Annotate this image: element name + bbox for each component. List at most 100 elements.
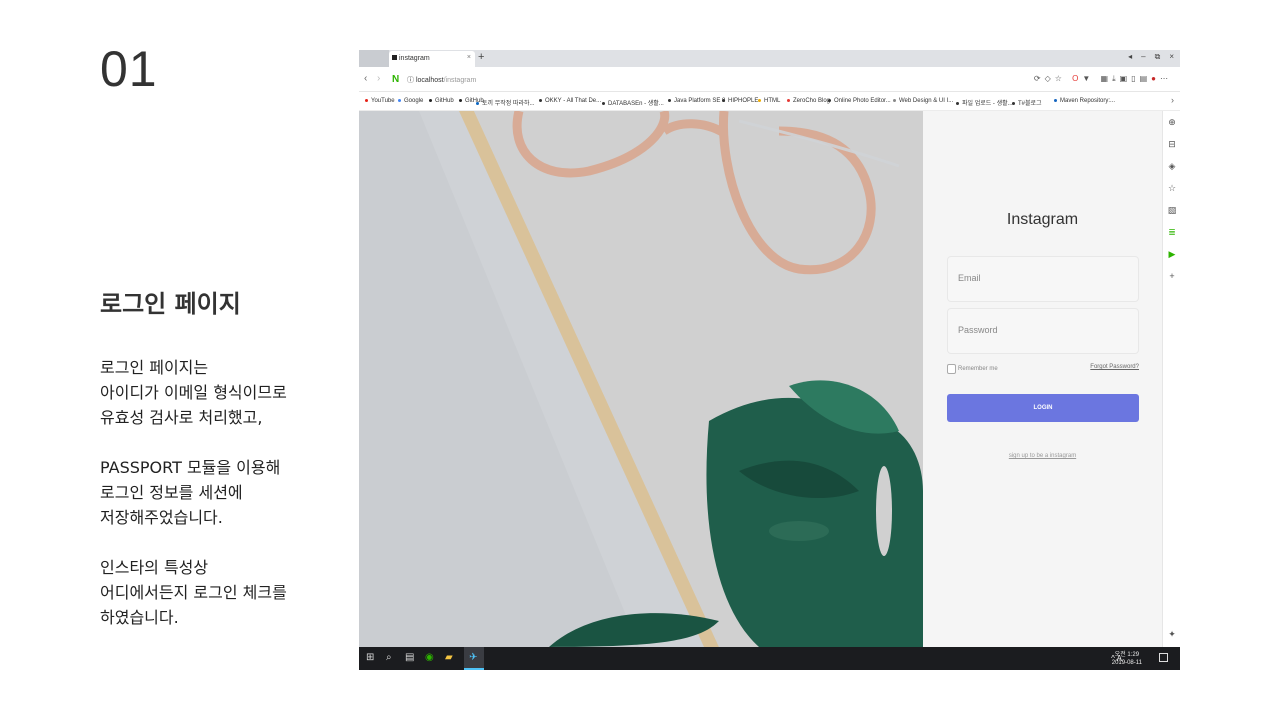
bookmark-label: YouTube [371, 98, 395, 104]
bookmark-favicon-icon [722, 98, 725, 102]
page-icon[interactable]: ▯ [1131, 74, 1139, 83]
bookmark-item[interactable]: T#블로그 [1012, 98, 1042, 107]
play-icon[interactable]: ▶ [1163, 249, 1180, 260]
bookmark-item[interactable]: Java Platform SE 8 [668, 98, 725, 104]
star-icon[interactable]: ☆ [1163, 183, 1180, 194]
bookmark-item[interactable]: Maven Repository:... [1054, 98, 1115, 104]
bookmark-label: HTML [764, 98, 781, 104]
pin-icon[interactable]: ✦ [1163, 629, 1180, 640]
bookmark-favicon-icon [956, 101, 959, 105]
bookmark-item[interactable]: 토끼 무작정 따라하... [476, 98, 535, 107]
browser-screenshot: instagram × + ◂ – ⧉ × ‹ › N ⓘ localhost/ins… [359, 50, 1180, 670]
close-window-icon[interactable]: × [1169, 52, 1174, 61]
slide-title: 로그인 페이지 [100, 290, 241, 318]
profile-avatar-icon[interactable]: ● [1151, 74, 1160, 83]
tab-bar: instagram × + ◂ – ⧉ × [359, 50, 1180, 67]
pinned-tab[interactable] [359, 50, 389, 67]
bookmark-favicon-icon [539, 98, 542, 102]
bookmark-label: HIPHOPLE [728, 98, 759, 104]
bookmark-item[interactable]: DATABASEn - 생활... [602, 98, 664, 107]
bookmark-item[interactable]: HTML [758, 98, 780, 104]
window-controls: ◂ – ⧉ × [1119, 52, 1174, 62]
opera-icon[interactable]: O [1072, 74, 1082, 83]
bookmark-label: OKKY - All That De... [545, 98, 602, 104]
vpn-icon[interactable]: ▼ [1082, 74, 1094, 83]
signup-link[interactable]: sign up to be a instagram [923, 453, 1162, 459]
speaker-icon[interactable]: ◂ [1128, 52, 1132, 61]
bookmark-label: ZeroCho Blog [793, 98, 831, 104]
bookmark-label: Online Photo Editor... [834, 98, 891, 104]
notification-icon[interactable] [1159, 653, 1168, 662]
search-icon[interactable]: ⌕ [386, 652, 392, 663]
add-icon[interactable]: + [1163, 271, 1180, 281]
description-line: 저장해주었습니다. [100, 508, 223, 527]
naver-whale-icon[interactable]: ◉ [425, 652, 434, 663]
star-icon[interactable]: ☆ [1055, 74, 1066, 83]
forgot-password-link[interactable]: Forgot Password? [1090, 364, 1139, 370]
bookmark-item[interactable]: Web Design & UI I... [893, 98, 953, 104]
note-icon[interactable]: ▧ [1163, 205, 1180, 216]
bookmarks-bar: YouTube Google GitHub GitHub 토끼 무작정 따라하... OK… [359, 92, 1180, 111]
tab-instagram[interactable]: instagram × [389, 51, 475, 67]
storage-icon[interactable]: ⊟ [1163, 139, 1180, 150]
bookmark-favicon-icon [1012, 101, 1015, 105]
bookmark-label: DATABASEn - 생활... [608, 101, 664, 107]
windows-start-icon[interactable]: ⊞ [366, 652, 374, 663]
file-explorer-icon[interactable]: ▰ [445, 652, 453, 663]
description-line: 로그인 정보를 세션에 [100, 483, 243, 502]
close-tab-icon[interactable]: × [467, 54, 471, 61]
bookmark-favicon-icon [758, 98, 761, 102]
restore-icon[interactable]: ⧉ [1155, 52, 1161, 61]
bookmark-item[interactable]: 파일 업로드 - 생활... [956, 98, 1013, 107]
bookmark-label: 토끼 무작정 따라하... [482, 101, 535, 107]
bookmark-label: Java Platform SE 8 [674, 98, 726, 104]
bookmarks-overflow-icon[interactable]: › [1171, 95, 1174, 105]
bookmark-item[interactable]: HIPHOPLE [722, 98, 758, 104]
reload-icon[interactable]: ⟳ [1034, 74, 1045, 83]
windows-taskbar: ⊞ ⌕ ▤ ◉ ▰ ✈ ^ A 오전 1:29 2019-08-11 [359, 647, 1180, 670]
new-tab-button[interactable]: + [478, 51, 484, 63]
bookmark-favicon-icon [668, 98, 671, 102]
search-icon[interactable]: ⊕ [1163, 117, 1180, 128]
screenshot-icon[interactable]: ▣ [1120, 74, 1132, 83]
menu-dots-icon[interactable]: ⋯ [1160, 74, 1172, 83]
share-icon[interactable]: ▤ [1140, 74, 1152, 83]
download-icon[interactable]: ⤓ [1112, 74, 1120, 83]
list-icon[interactable]: ≣ [1163, 227, 1180, 238]
login-title: Instagram [1006, 211, 1079, 228]
naver-logo-icon[interactable]: N [392, 74, 399, 85]
minimize-icon[interactable]: – [1141, 52, 1145, 61]
flag-icon[interactable]: ▦ [1101, 74, 1113, 83]
address-bar: ‹ › N ⓘ localhost/instagram ⟳◇☆ O▼ ▦⤓▣▯▤… [359, 67, 1180, 92]
shield-icon[interactable]: ◇ [1045, 74, 1055, 83]
bookmark-item[interactable]: GitHub [429, 98, 454, 104]
login-button[interactable]: LOGIN [947, 394, 1139, 422]
remember-label: Remember me [958, 366, 998, 372]
bookmark-item[interactable]: Google [398, 98, 423, 104]
email-field[interactable]: Email [947, 256, 1139, 302]
bookmark-item[interactable]: ZeroCho Blog [787, 98, 830, 104]
remember-me[interactable]: Remember me [947, 364, 998, 374]
bookmark-label: Google [404, 98, 424, 104]
clock[interactable]: 오전 1:29 2019-08-11 [1112, 651, 1142, 667]
url-input[interactable]: ⓘ localhost/instagram [407, 75, 476, 85]
remember-checkbox[interactable] [947, 364, 956, 374]
description-line: PASSPORT 모듈을 이용해 [100, 458, 281, 477]
bookmark-item[interactable]: YouTube [365, 98, 395, 104]
password-field[interactable]: Password [947, 308, 1139, 354]
task-view-icon[interactable]: ▤ [405, 652, 414, 663]
bookmark-label: GitHub [435, 98, 454, 104]
forward-icon[interactable]: › [377, 73, 380, 84]
app-icon[interactable]: ✈ [469, 652, 477, 663]
bookmark-favicon-icon [476, 101, 479, 105]
description-line: 로그인 페이지는 [100, 358, 209, 377]
info-icon: ⓘ [407, 77, 416, 84]
description-paragraph-2: PASSPORT 모듈을 이용해 로그인 정보를 세션에 저장해주었습니다. [100, 455, 340, 530]
shield-icon[interactable]: ◈ [1163, 161, 1180, 172]
back-icon[interactable]: ‹ [364, 73, 367, 84]
bookmark-item[interactable]: OKKY - All That De... [539, 98, 601, 104]
bookmark-favicon-icon [828, 98, 831, 102]
browser-sidebar: ⊕ ⊟ ◈ ☆ ▧ ≣ ▶ + ✦ [1162, 111, 1180, 647]
description-paragraph-1: 로그인 페이지는 아이디가 이메일 형식이므로 유효성 검사로 처리했고, [100, 355, 340, 430]
bookmark-item[interactable]: Online Photo Editor... [828, 98, 891, 104]
